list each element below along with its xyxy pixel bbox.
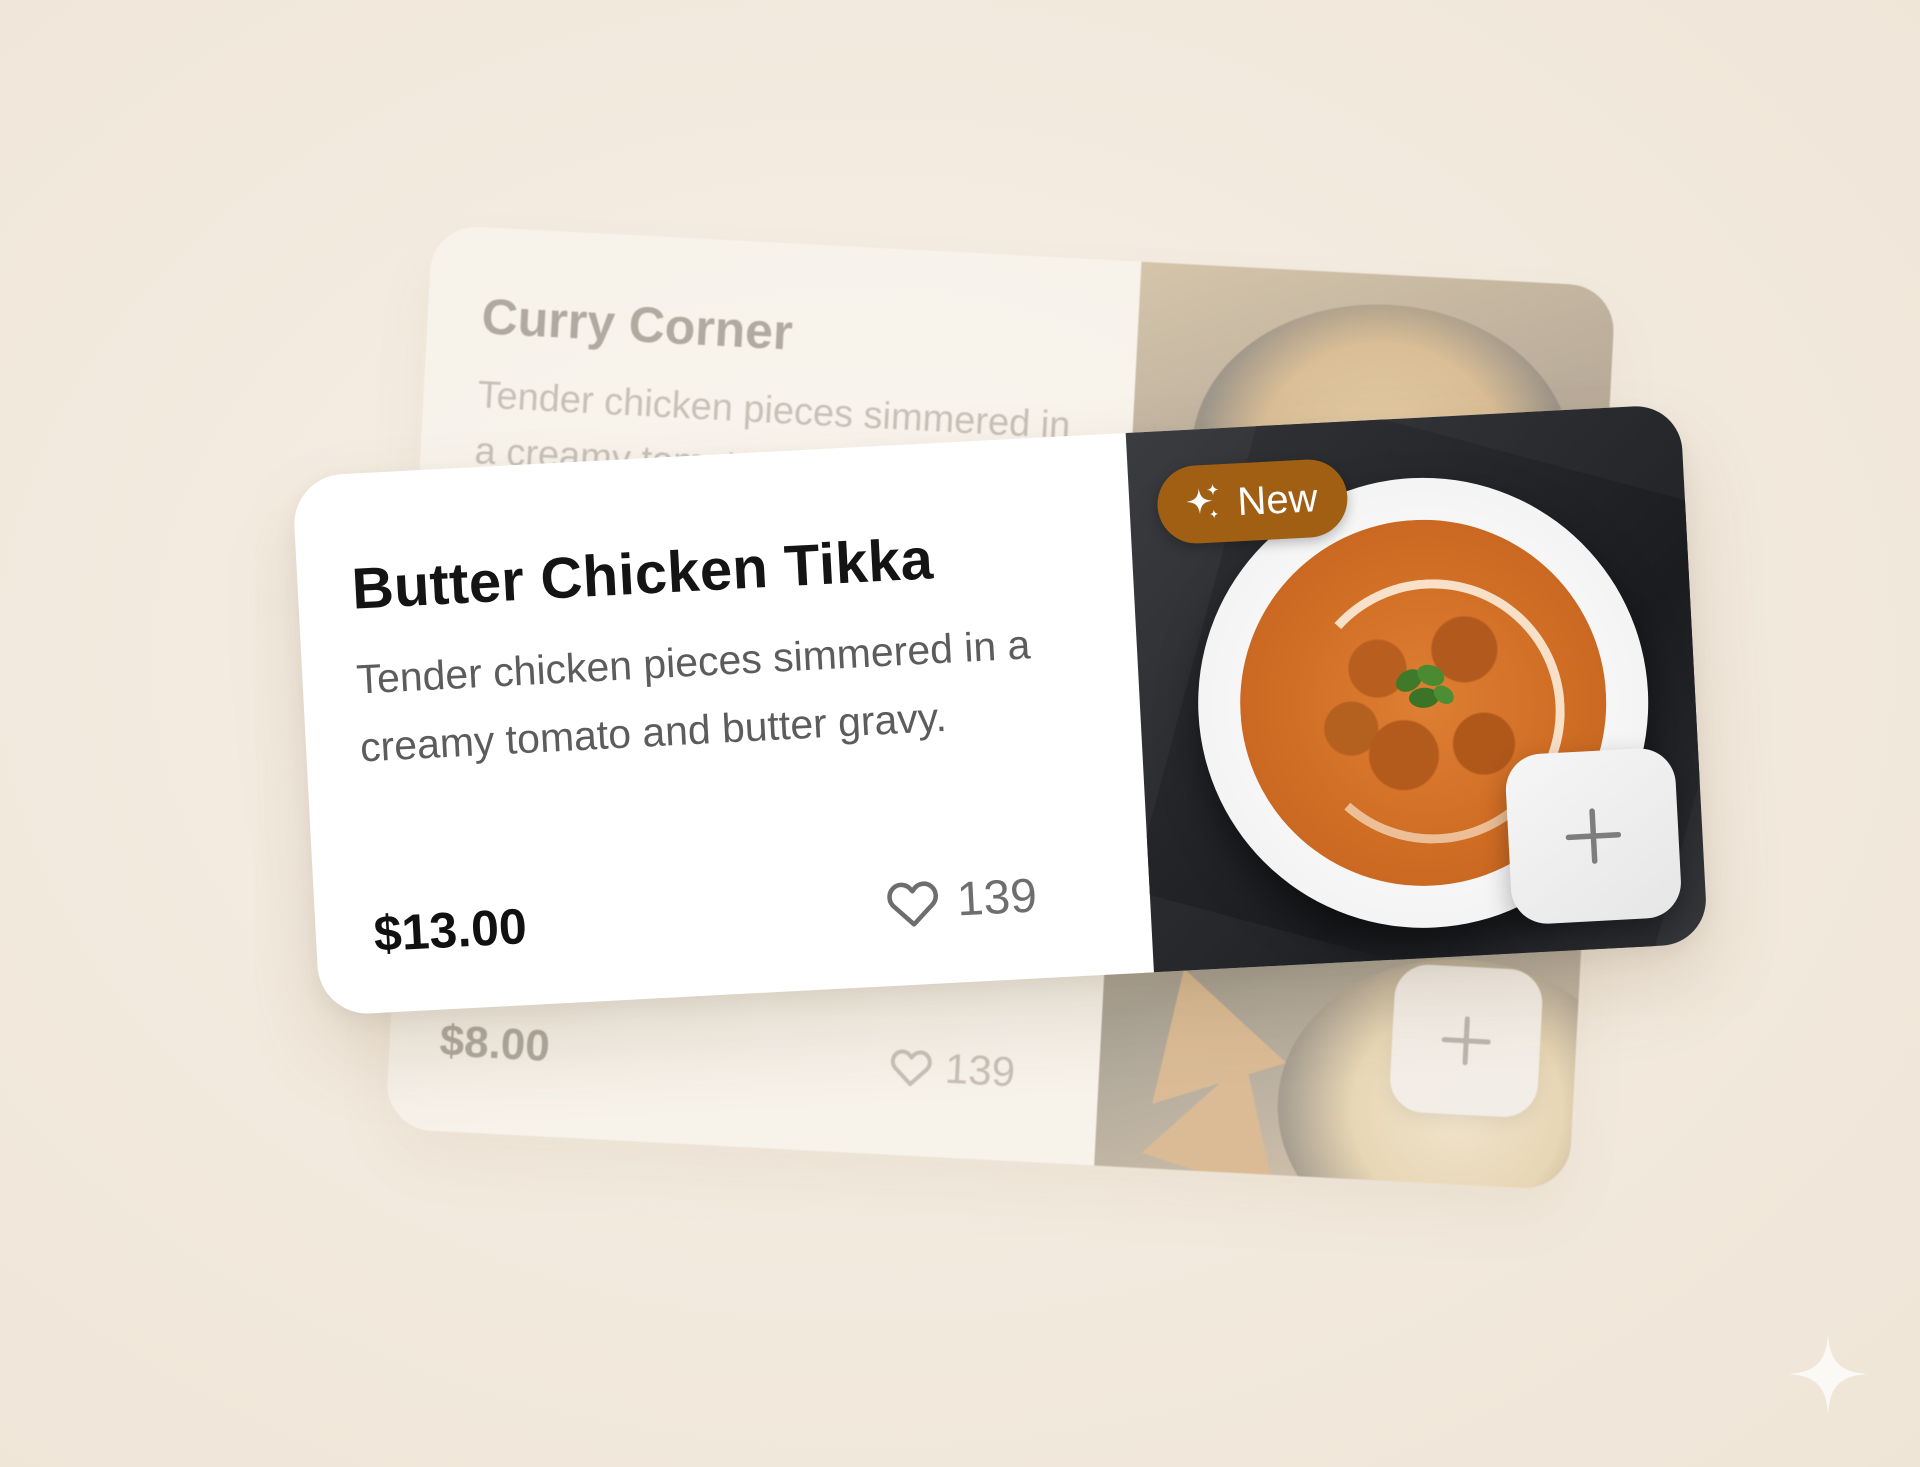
dish-price: $13.00: [372, 898, 529, 963]
plus-icon: [1441, 1016, 1491, 1066]
dish-title: Butter Chicken Tikka: [350, 526, 935, 622]
heart-icon: [887, 880, 938, 927]
heart-icon: [890, 1049, 932, 1087]
sparkle-icon: [1788, 1334, 1868, 1414]
menu-card-front-panel: Butter Chicken Tikka Tender chicken piec…: [291, 403, 1709, 1017]
sparkle-icon: [1186, 483, 1219, 519]
dish-title: Curry Corner: [480, 288, 794, 361]
add-to-cart-button[interactable]: [1388, 963, 1544, 1119]
like-count: 139: [943, 1044, 1017, 1096]
add-to-cart-button[interactable]: [1504, 746, 1683, 926]
like-button[interactable]: 139: [884, 868, 1039, 931]
like-button[interactable]: 139: [888, 1042, 1016, 1097]
like-count: 139: [955, 869, 1039, 927]
new-badge: New: [1155, 457, 1350, 546]
menu-card-front[interactable]: Butter Chicken Tikka Tender chicken piec…: [291, 403, 1709, 1017]
dish-image: New: [1125, 403, 1709, 973]
dish-description: Tender chicken pieces simmered in a crea…: [355, 621, 1032, 771]
badge-label: New: [1236, 475, 1319, 524]
cilantro-garnish-graphic: [1396, 664, 1454, 708]
dish-price: $8.00: [438, 1016, 552, 1071]
plus-icon: [1565, 808, 1622, 864]
